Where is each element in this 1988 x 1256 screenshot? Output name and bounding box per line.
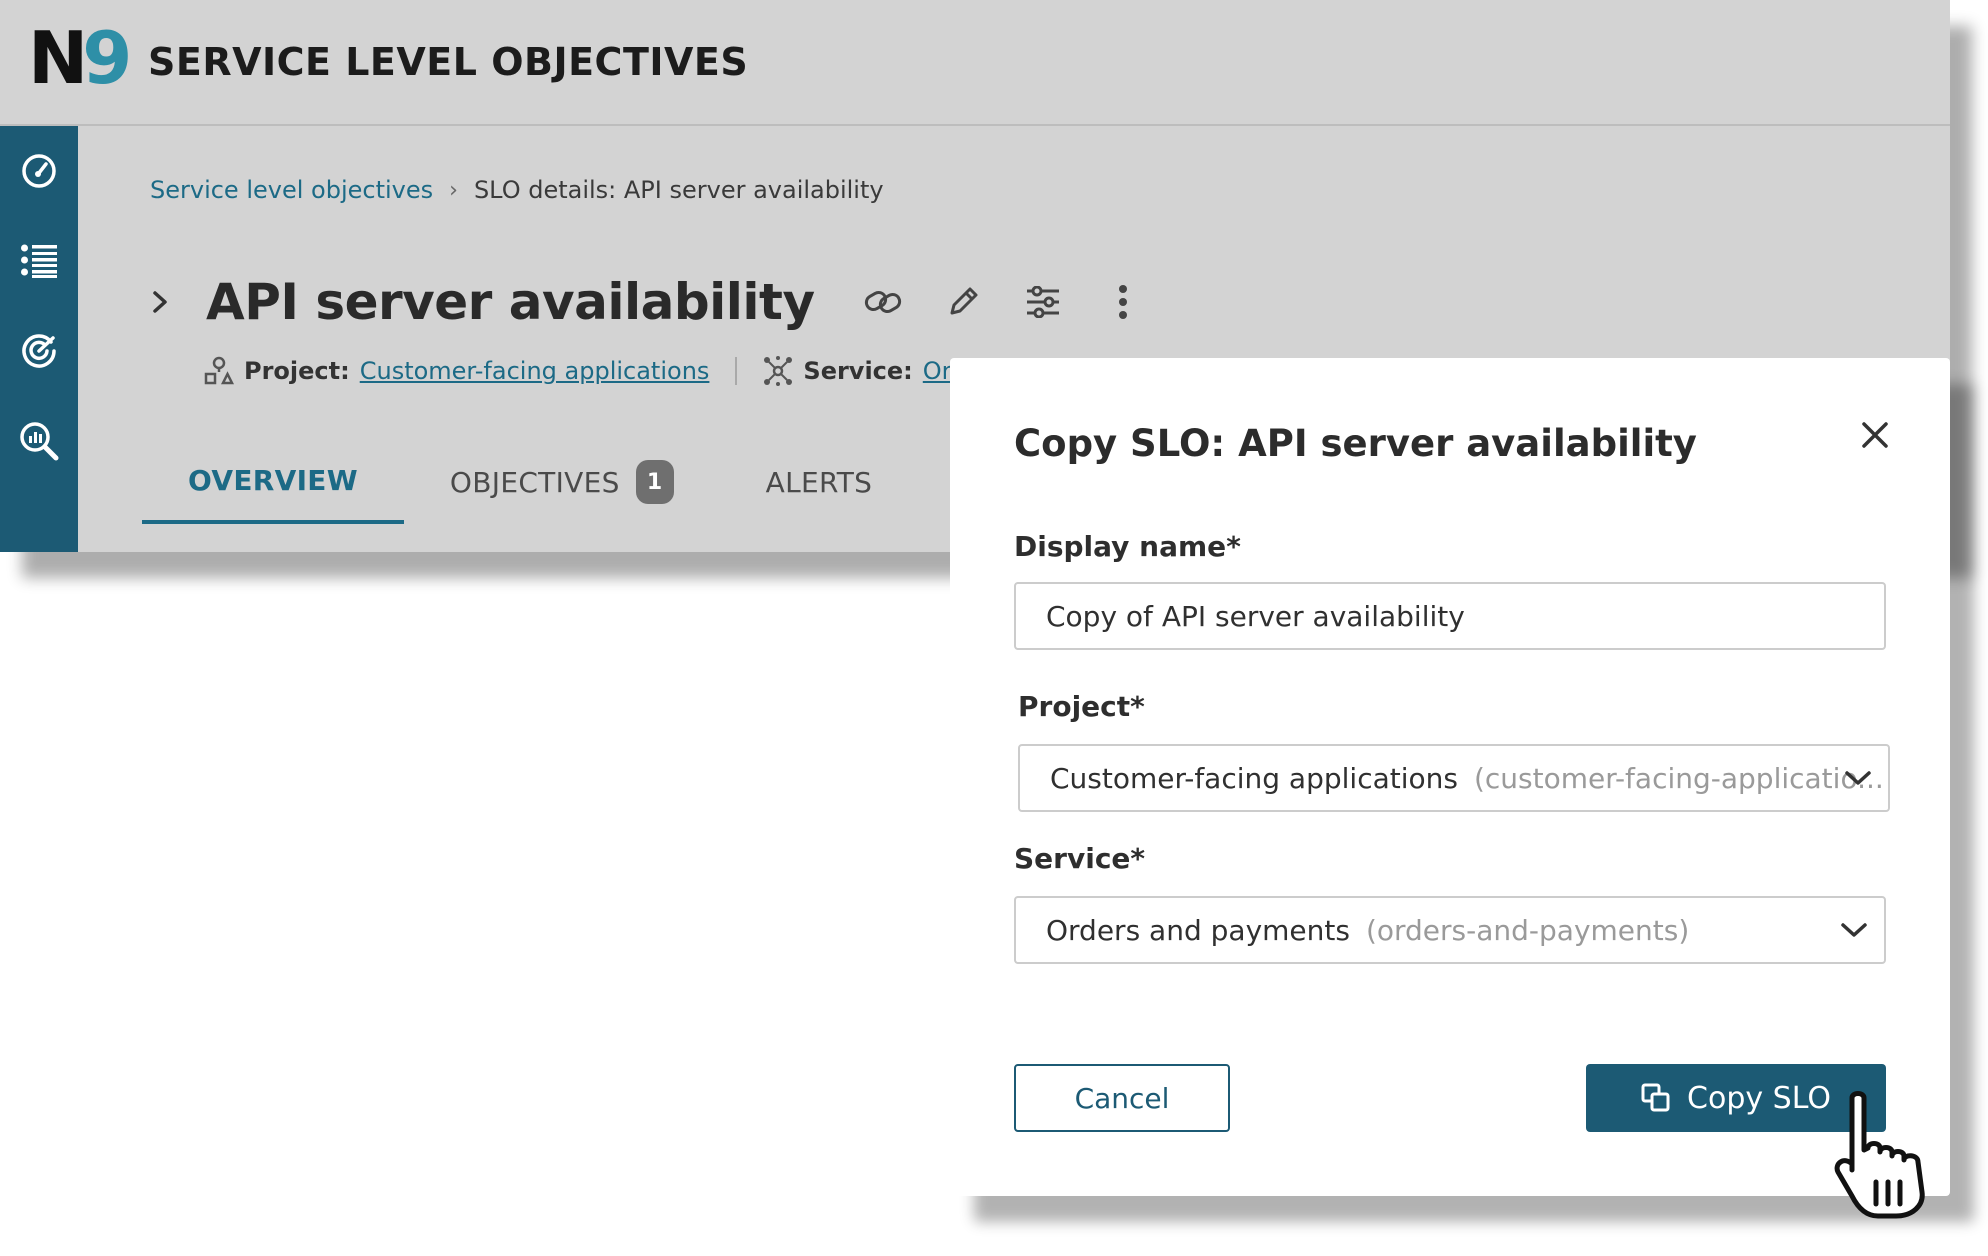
project-field-label-text: Project xyxy=(1018,690,1131,723)
gauge-icon xyxy=(22,154,56,188)
chevron-down-icon[interactable] xyxy=(1844,746,1872,810)
breadcrumb-link-slos[interactable]: Service level objectives xyxy=(150,176,433,204)
meta-divider xyxy=(735,357,738,385)
tab-objectives[interactable]: OBJECTIVES 1 xyxy=(404,440,720,524)
slo-title: API server availability xyxy=(206,273,815,331)
display-name-value: Copy of API server availability xyxy=(1046,599,1465,633)
edit-pencil-icon[interactable] xyxy=(923,272,1003,332)
nav-item-analytics[interactable] xyxy=(0,396,78,486)
close-button[interactable] xyxy=(1850,410,1900,460)
tab-alerts-label: ALERTS xyxy=(765,465,873,499)
display-name-label: Display name* xyxy=(1014,530,1241,563)
settings-sliders-icon[interactable] xyxy=(1003,272,1083,332)
project-link[interactable]: Customer-facing applications xyxy=(360,357,710,385)
tab-overview-label: OVERVIEW xyxy=(188,463,358,497)
project-field-label: Project* xyxy=(1018,690,1145,723)
project-icon xyxy=(204,356,234,385)
project-select-value: Customer-facing applications xyxy=(1050,761,1458,795)
close-icon xyxy=(1862,422,1888,448)
tab-overview[interactable]: OVERVIEW xyxy=(142,440,404,524)
service-select[interactable]: Orders and payments (orders-and-payments… xyxy=(1014,896,1886,964)
logo-digit-9: 9 xyxy=(82,16,132,100)
chevron-down-icon[interactable] xyxy=(1840,898,1868,962)
expand-chevron-icon[interactable] xyxy=(150,287,180,317)
service-label: Service: xyxy=(803,357,913,385)
display-name-label-text: Display name xyxy=(1014,530,1227,563)
service-field-label-text: Service xyxy=(1014,842,1131,875)
project-label: Project: xyxy=(244,357,350,385)
copy-slo-dialog: Copy SLO: API server availability Displa… xyxy=(950,358,1950,1196)
copy-slo-button-label: Copy SLO xyxy=(1687,1080,1831,1116)
analytics-search-icon xyxy=(20,422,59,461)
slo-meta: Project: Customer-facing applications Se… xyxy=(204,356,1004,386)
slo-heading: API server availability xyxy=(150,262,1163,342)
list-icon xyxy=(21,244,57,278)
display-name-field[interactable]: Copy of API server availability xyxy=(1014,582,1886,650)
dialog-title: Copy SLO: API server availability xyxy=(1014,422,1697,465)
cancel-button-label: Cancel xyxy=(1074,1081,1170,1115)
tab-objectives-label: OBJECTIVES xyxy=(449,465,620,499)
logo-letter-n: N xyxy=(28,16,88,100)
hand-pointer-cursor-icon xyxy=(1834,1091,1925,1219)
n9-logo[interactable]: N9 xyxy=(28,16,132,100)
project-select[interactable]: Customer-facing applications (customer-f… xyxy=(1018,744,1890,812)
objectives-count-badge: 1 xyxy=(635,460,674,504)
required-mark: * xyxy=(1130,842,1146,875)
top-bar: N9 SERVICE LEVEL OBJECTIVES xyxy=(0,0,1950,126)
side-navigation xyxy=(0,126,78,552)
required-mark: * xyxy=(1130,690,1145,723)
breadcrumb: Service level objectives › SLO details: … xyxy=(150,176,884,204)
service-select-hint: (orders-and-payments) xyxy=(1365,913,1690,947)
copy-icon xyxy=(1641,1083,1671,1113)
nav-item-dashboard[interactable] xyxy=(0,126,78,216)
more-vertical-icon[interactable] xyxy=(1083,272,1163,332)
service-select-value: Orders and payments xyxy=(1046,913,1350,947)
nav-item-objectives[interactable] xyxy=(0,306,78,396)
service-field-label: Service* xyxy=(1014,842,1145,875)
tab-bar: OVERVIEW OBJECTIVES1 ALERTS C xyxy=(142,440,1030,524)
project-select-hint: (customer-facing-applicatio... xyxy=(1473,761,1884,795)
nav-item-list[interactable] xyxy=(0,216,78,306)
title-actions xyxy=(843,272,1163,332)
link-icon[interactable] xyxy=(843,272,923,332)
target-refresh-icon xyxy=(22,334,56,368)
breadcrumb-current: SLO details: API server availability xyxy=(473,176,884,204)
app-title: SERVICE LEVEL OBJECTIVES xyxy=(148,40,749,84)
required-mark: * xyxy=(1226,530,1241,563)
tab-alerts[interactable]: ALERTS xyxy=(720,440,919,524)
cancel-button[interactable]: Cancel xyxy=(1014,1064,1230,1132)
service-icon xyxy=(764,356,793,386)
breadcrumb-separator: › xyxy=(449,177,458,203)
